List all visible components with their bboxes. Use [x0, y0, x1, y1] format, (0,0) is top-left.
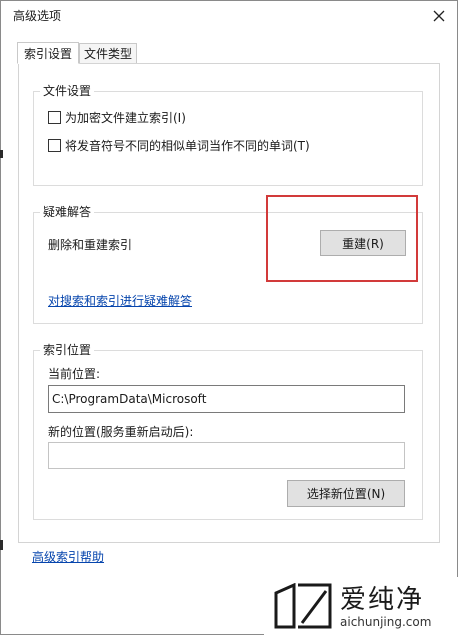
- watermark: 爱纯净 aichunjing.com: [264, 577, 458, 635]
- advanced-options-dialog: 高级选项 索引设置 文件类型 文件设置 为加密文件建立索引(I) 将发音符号不同…: [0, 0, 458, 635]
- rebuild-index-label: 删除和重建索引: [48, 238, 133, 252]
- left-edge-mark-2: [0, 540, 3, 550]
- current-location-field: C:\ProgramData\Microsoft: [48, 385, 405, 413]
- index-location-title: 索引位置: [40, 343, 95, 357]
- encrypt-files-checkbox[interactable]: [48, 111, 61, 124]
- diacritics-option[interactable]: 将发音符号不同的相似单词当作不同的单词(T): [48, 137, 310, 154]
- tab-index-settings[interactable]: 索引设置: [17, 42, 79, 64]
- dialog-title: 高级选项: [13, 9, 62, 23]
- diacritics-label: 将发音符号不同的相似单词当作不同的单词(T): [65, 139, 310, 153]
- watermark-url: aichunjing.com: [340, 615, 432, 629]
- advanced-index-help-link[interactable]: 高级索引帮助: [32, 548, 104, 565]
- close-icon: [433, 10, 445, 22]
- current-location-label: 当前位置:: [48, 367, 101, 381]
- new-location-field: [48, 442, 405, 469]
- file-settings-title: 文件设置: [40, 84, 95, 98]
- encrypt-files-option[interactable]: 为加密文件建立索引(I): [48, 109, 186, 126]
- tab-panel: 文件设置 为加密文件建立索引(I) 将发音符号不同的相似单词当作不同的单词(T)…: [18, 63, 440, 543]
- diacritics-checkbox[interactable]: [48, 139, 61, 152]
- close-button[interactable]: [421, 1, 457, 31]
- new-location-label: 新的位置(服务重新启动后):: [48, 425, 194, 439]
- watermark-logo-icon: [274, 583, 332, 629]
- index-location-group: 索引位置 当前位置: C:\ProgramData\Microsoft 新的位置…: [33, 343, 423, 520]
- troubleshoot-link[interactable]: 对搜索和索引进行疑难解答: [48, 292, 192, 309]
- left-edge-mark: [0, 150, 3, 158]
- select-new-location-button[interactable]: 选择新位置(N): [287, 480, 405, 507]
- troubleshoot-title: 疑难解答: [40, 205, 95, 219]
- watermark-text: 爱纯净: [340, 585, 425, 615]
- rebuild-highlight-box: [266, 195, 418, 282]
- file-settings-group: 文件设置 为加密文件建立索引(I) 将发音符号不同的相似单词当作不同的单词(T): [33, 84, 423, 186]
- tab-file-types[interactable]: 文件类型: [79, 43, 137, 64]
- encrypt-files-label: 为加密文件建立索引(I): [65, 111, 186, 125]
